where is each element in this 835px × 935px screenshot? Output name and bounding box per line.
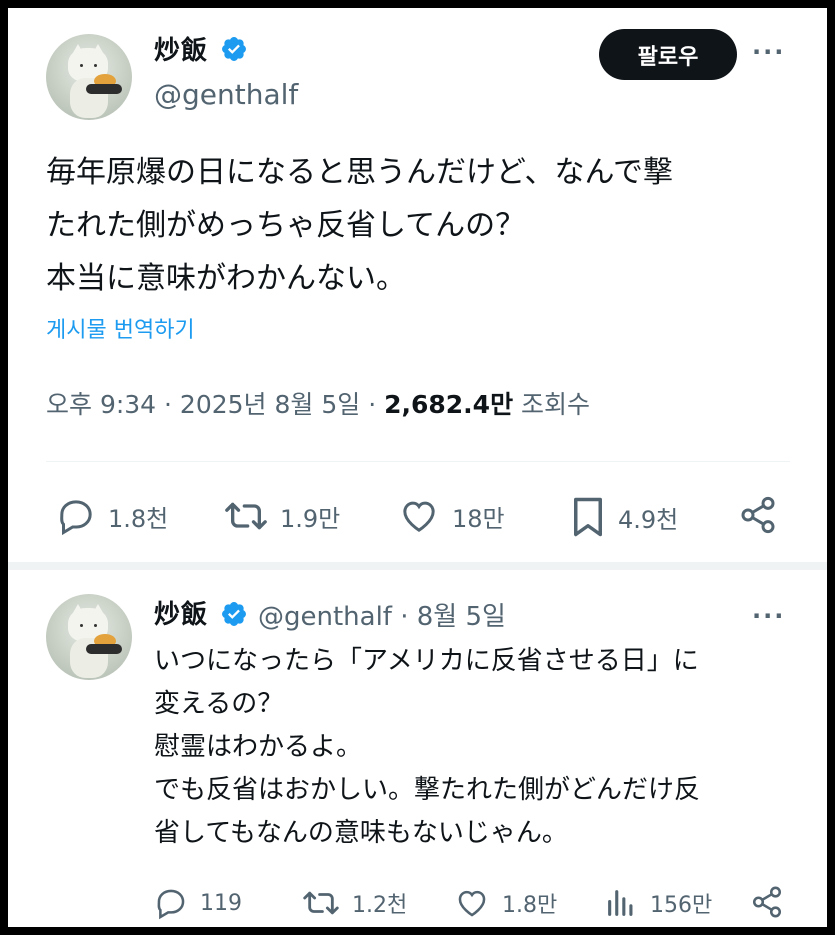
reply-icon (60, 500, 92, 536)
reply-text-line: 省してもなんの意味もないじゃん。 (154, 818, 568, 848)
tweet-text: 毎年原爆の日になると思うんだけど、なんで撃 たれた側がめっちゃ反省してんの？ 本… (46, 146, 673, 305)
author-name[interactable]: 炒飯 (154, 30, 208, 67)
reply-repost-button[interactable]: 1.2천 (302, 886, 407, 920)
reply-more-options-icon[interactable]: ··· (752, 602, 785, 630)
like-button[interactable]: 18만 (398, 496, 505, 536)
author-handle[interactable]: @genthalf (154, 78, 298, 111)
reply-text-line: 慰霊はわかるよ。 (154, 732, 363, 762)
reply-share-button[interactable] (750, 884, 796, 920)
share-button[interactable] (738, 494, 790, 536)
analytics-icon (608, 890, 633, 916)
views-label: 조회수 (513, 390, 591, 419)
divider (46, 461, 790, 462)
tweet-detail-page: 炒飯 @genthalf 팔로우 ··· 毎年原爆の日になると思うんだけど、なん… (8, 8, 827, 927)
reply-text-line: でも反省はおかしい。撃たれた側がどんだけ反 (154, 775, 701, 805)
reply-like-button[interactable]: 1.8만 (454, 886, 557, 920)
verified-badge-icon (222, 602, 246, 626)
repost-button[interactable]: 1.9만 (224, 496, 340, 536)
reply-author-handle-date[interactable]: @genthalf · 8월 5일 (258, 596, 506, 633)
section-divider (8, 562, 827, 570)
bookmark-icon (574, 497, 602, 537)
repost-icon (225, 502, 267, 530)
like-count: 18만 (452, 504, 505, 533)
reply-count: 1.8천 (108, 504, 169, 533)
reply-text-line: 変えるの？ (154, 689, 284, 719)
reply-text: いつになったら「アメリカに反省させる日」に 変えるの？ 慰霊はわかるよ。 でも反… (154, 640, 700, 855)
reply-text-line: いつになったら「アメリカに反省させる日」に (154, 646, 699, 676)
reply-views-button[interactable]: 156만 (604, 886, 712, 920)
reply-author-avatar[interactable] (46, 594, 132, 680)
verified-badge-icon (222, 37, 246, 61)
bookmark-count: 4.9천 (618, 505, 679, 534)
follow-button[interactable]: 팔로우 (599, 29, 737, 80)
heart-icon (458, 890, 486, 917)
repost-count: 1.9만 (280, 504, 341, 533)
share-icon (752, 886, 782, 918)
reply-author-name[interactable]: 炒飯 (154, 594, 208, 631)
reply-count: 119 (200, 890, 242, 916)
reply-button[interactable]: 1.8천 (56, 496, 168, 536)
tweet-meta: 오후 9:34 · 2025년 8월 5일 · 2,682.4만 조회수 (46, 385, 590, 421)
more-options-icon[interactable]: ··· (752, 38, 785, 66)
views-count: 156만 (650, 893, 713, 918)
tweet-text-line: たれた側がめっちゃ反省してんの？ (46, 208, 526, 243)
reply-reply-button[interactable]: 119 (154, 886, 242, 920)
translate-post-link[interactable]: 게시물 번역하기 (46, 312, 195, 344)
repost-icon (303, 891, 339, 915)
like-count: 1.8만 (502, 893, 558, 918)
tweet-timestamp[interactable]: 오후 9:34 · 2025년 8월 5일 · (46, 390, 384, 419)
views-count: 2,682.4만 (384, 390, 514, 419)
tweet-text-line: 本当に意味がわかんない。 (46, 261, 406, 296)
bookmark-button[interactable]: 4.9천 (570, 496, 678, 538)
share-icon (741, 496, 775, 534)
repost-count: 1.2천 (352, 893, 408, 918)
reply-icon (157, 889, 185, 920)
heart-icon (403, 501, 435, 532)
tweet-text-line: 毎年原爆の日になると思うんだけど、なんで撃 (46, 155, 673, 190)
author-avatar[interactable] (46, 34, 132, 120)
